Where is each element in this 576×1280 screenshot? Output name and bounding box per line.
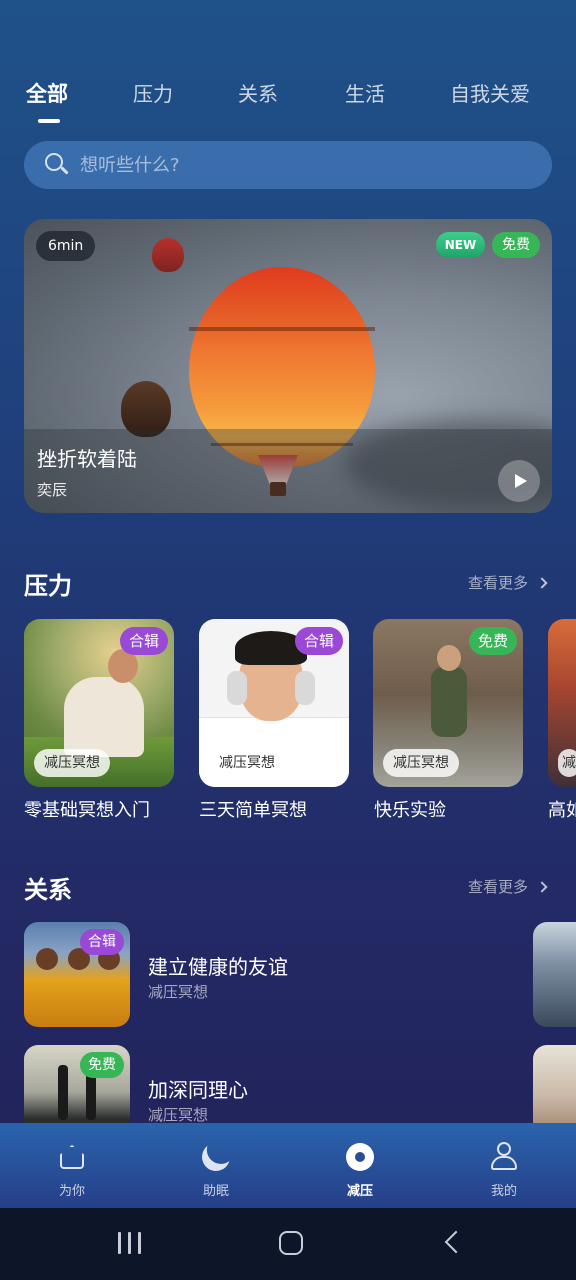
nav-for-you[interactable]: 为你 [0,1123,144,1208]
meditation-circle-icon [346,1143,374,1171]
bottom-navigation: 为你 助眠 减压 我的 [0,1123,576,1208]
free-tag: 免费 [80,1052,124,1078]
category-tabs: 全部 压力 关系 生活 自我关爱 [24,78,552,126]
stress-card-title[interactable]: 快乐实验 [374,796,446,822]
search-icon [44,152,70,178]
see-more-label: 查看更多 [467,878,528,896]
relation-item-title[interactable]: 建立健康的友谊 [148,951,288,980]
stress-card[interactable]: 合辑 减压冥想 [24,619,174,787]
active-tab-indicator [38,119,60,123]
user-icon [491,1142,517,1172]
tab-all[interactable]: 全部 [26,78,68,108]
new-badge: NEW [436,232,485,258]
featured-author: 奕辰 [37,481,68,499]
nav-sleep[interactable]: 助眠 [144,1123,288,1208]
nav-label: 减压 [346,1184,373,1199]
featured-card[interactable]: 6min NEW 免费 挫折软着陆 奕辰 [24,219,552,513]
stress-card[interactable]: 免费 减压冥想 [373,619,523,787]
nav-stress-relief[interactable]: 减压 [288,1123,432,1208]
system-navigation-bar [0,1208,576,1280]
search-bar[interactable] [24,141,552,189]
featured-title: 挫折软着陆 [37,447,137,471]
relation-thumbnail[interactable]: 合辑 [24,922,130,1027]
relation-item-category: 减压冥想 [148,983,209,1001]
section-title-stress: 压力 [24,572,72,600]
relation-item-title[interactable]: 加深同理心 [148,1074,248,1103]
tab-self-care[interactable]: 自我关爱 [450,78,530,107]
play-button[interactable] [498,460,540,502]
category-label: 减压冥想 [383,749,459,777]
category-label: 减压冥想 [34,749,110,777]
stress-card-title[interactable]: 高如 [548,796,576,822]
system-home-icon[interactable] [279,1231,303,1255]
collection-tag: 合辑 [119,627,168,655]
relation-item-category: 减压冥想 [148,1106,209,1124]
category-label: 减压冥想 [209,749,285,777]
nav-mine[interactable]: 我的 [432,1123,576,1208]
stress-card-title[interactable]: 零基础冥想入门 [24,796,150,822]
home-icon [59,1145,85,1169]
tab-stress[interactable]: 压力 [133,78,173,107]
nav-label: 为你 [58,1184,85,1199]
search-input[interactable] [80,154,480,176]
stress-card[interactable]: 减 [548,619,576,787]
play-icon [515,474,527,488]
stress-card-title[interactable]: 三天简单冥想 [199,796,307,822]
see-more-label: 查看更多 [467,574,528,592]
chevron-right-icon [536,880,548,893]
moon-icon [198,1139,234,1175]
free-badge: 免费 [492,232,540,258]
category-label: 减 [558,749,576,777]
tab-relations[interactable]: 关系 [238,78,278,107]
nav-label: 我的 [490,1184,517,1199]
chevron-right-icon [536,576,548,589]
collection-tag: 合辑 [294,627,343,655]
nav-label: 助眠 [202,1184,229,1199]
free-tag: 免费 [468,627,517,655]
relation-side-thumbnail[interactable] [533,922,576,1027]
see-more-relations[interactable]: 查看更多 [467,876,548,897]
stress-card[interactable]: 合辑 减压冥想 [199,619,349,787]
system-back-icon[interactable] [444,1230,468,1254]
small-balloon-image [152,238,184,272]
collection-tag: 合辑 [80,929,124,955]
tab-life[interactable]: 生活 [345,78,385,107]
section-title-relations: 关系 [24,876,72,904]
see-more-stress[interactable]: 查看更多 [467,572,548,593]
recent-apps-icon[interactable] [118,1232,142,1254]
duration-badge: 6min [36,231,96,261]
